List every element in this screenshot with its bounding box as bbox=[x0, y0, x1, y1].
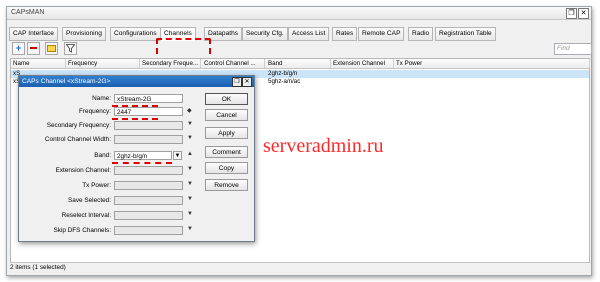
row-band: 5ghz-a/n/ac bbox=[268, 78, 301, 85]
cancel-button[interactable]: Cancel bbox=[205, 109, 248, 121]
window-titlebar: CAPsMAN ❐ ✕ bbox=[7, 7, 591, 20]
secondary-frequency-label: Secondary Frequency: bbox=[46, 122, 111, 129]
plus-icon[interactable]: + bbox=[12, 42, 25, 55]
status-bar: 2 items (1 selected) bbox=[10, 262, 588, 273]
frequency-underline-marker bbox=[112, 118, 158, 120]
dialog-title: CAPs Channel <xStream-2G> bbox=[22, 78, 111, 85]
save-selected-field[interactable] bbox=[114, 196, 183, 205]
find-input[interactable]: Find bbox=[554, 43, 592, 55]
comment-icon[interactable] bbox=[45, 42, 58, 55]
filter-icon[interactable] bbox=[64, 42, 77, 55]
tx-power-field[interactable] bbox=[114, 181, 183, 190]
secondary-frequency-field[interactable] bbox=[114, 121, 183, 130]
secondary-frequency-dropdown-icon[interactable]: ▼ bbox=[187, 121, 193, 127]
reselect-interval-field[interactable] bbox=[114, 211, 183, 220]
tab-security-cfg[interactable]: Security Cfg. bbox=[242, 27, 288, 41]
reselect-interval-dropdown-icon[interactable]: ▼ bbox=[187, 211, 193, 217]
skip-dfs-channels-field[interactable] bbox=[114, 226, 183, 235]
tab-rates[interactable]: Rates bbox=[332, 27, 358, 41]
capsman-window: CAPsMAN ❐ ✕ CAP Interface Provisioning C… bbox=[6, 6, 592, 276]
column-header[interactable]: Tx Power bbox=[394, 59, 590, 68]
band-underline-marker bbox=[112, 162, 172, 164]
frequency-label: Frequency: bbox=[79, 108, 111, 115]
tab-datapaths[interactable]: Datapaths bbox=[204, 27, 243, 41]
tab-access-list[interactable]: Access List bbox=[288, 27, 330, 41]
name-field[interactable]: xStream-2G bbox=[114, 94, 183, 103]
copy-button[interactable]: Copy bbox=[205, 162, 248, 174]
tab-remote-cap[interactable]: Remote CAP bbox=[358, 27, 405, 41]
tx-power-dropdown-icon[interactable]: ▼ bbox=[187, 181, 193, 187]
dialog-restore-icon[interactable]: ❐ bbox=[232, 77, 242, 87]
column-header[interactable]: Name bbox=[11, 59, 66, 68]
caps-channel-dialog: CAPs Channel <xStream-2G> ❐ ✕ Name: xStr… bbox=[18, 75, 255, 242]
tab-channels[interactable]: Channels bbox=[160, 27, 196, 41]
dialog-titlebar: CAPs Channel <xStream-2G> ❐ ✕ bbox=[19, 76, 254, 87]
window-title: CAPsMAN bbox=[11, 9, 45, 16]
tab-provisioning[interactable]: Provisioning bbox=[62, 27, 106, 41]
control-channel-width-label: Control Channel Width: bbox=[44, 136, 111, 143]
frequency-dropdown-icon[interactable]: ◆ bbox=[187, 107, 192, 114]
band-dropdown-icon[interactable]: ▼ bbox=[173, 151, 182, 160]
tx-power-label: Tx Power: bbox=[82, 182, 111, 189]
comment-button[interactable]: Comment bbox=[205, 146, 248, 158]
grid-header: Name Frequency Secondary Freque... Contr… bbox=[11, 59, 590, 69]
tab-registration-table[interactable]: Registration Table bbox=[435, 27, 496, 41]
column-header[interactable]: Extension Channel bbox=[331, 59, 394, 68]
restore-icon[interactable]: ❐ bbox=[566, 8, 577, 19]
frequency-field[interactable]: 2447 bbox=[114, 107, 183, 116]
dialog-close-icon[interactable]: ✕ bbox=[242, 77, 252, 87]
column-header[interactable]: Control Channel ... bbox=[202, 59, 265, 68]
apply-button[interactable]: Apply bbox=[205, 127, 248, 139]
extension-channel-label: Extension Channel: bbox=[55, 167, 111, 174]
row-band: 2ghz-b/g/n bbox=[268, 70, 298, 77]
control-channel-width-field[interactable] bbox=[114, 135, 183, 144]
band-collapse-icon[interactable]: ▲ bbox=[187, 151, 193, 157]
name-label: Name: bbox=[92, 95, 111, 102]
extension-channel-dropdown-icon[interactable]: ▼ bbox=[187, 166, 193, 172]
control-channel-width-dropdown-icon[interactable]: ▼ bbox=[187, 135, 193, 141]
toolbar: + bbox=[7, 41, 591, 55]
band-label: Band: bbox=[94, 152, 111, 159]
reselect-interval-label: Reselect Interval: bbox=[61, 212, 111, 219]
close-icon[interactable]: ✕ bbox=[578, 8, 589, 19]
tab-radio[interactable]: Radio bbox=[408, 27, 434, 41]
skip-dfs-channels-label: Skip DFS Channels: bbox=[53, 227, 111, 234]
minus-icon[interactable] bbox=[27, 42, 40, 55]
skip-dfs-channels-dropdown-icon[interactable]: ▼ bbox=[187, 226, 193, 232]
ok-button[interactable]: OK bbox=[205, 93, 248, 105]
remove-button[interactable]: Remove bbox=[205, 179, 248, 191]
tab-configurations[interactable]: Configurations bbox=[110, 27, 161, 41]
tab-bar: CAP Interface Provisioning Configuration… bbox=[7, 27, 591, 64]
band-select[interactable]: 2ghz-b/g/n bbox=[114, 151, 172, 160]
tab-cap-interface[interactable]: CAP Interface bbox=[9, 27, 58, 41]
save-selected-label: Save Selected: bbox=[68, 197, 111, 204]
watermark-text: serveradmin.ru bbox=[263, 135, 384, 157]
column-header[interactable]: Frequency bbox=[66, 59, 140, 68]
save-selected-dropdown-icon[interactable]: ▼ bbox=[187, 196, 193, 202]
extension-channel-field[interactable] bbox=[114, 166, 183, 175]
column-header[interactable]: Band bbox=[266, 59, 331, 68]
column-header[interactable]: Secondary Freque... bbox=[140, 59, 201, 68]
